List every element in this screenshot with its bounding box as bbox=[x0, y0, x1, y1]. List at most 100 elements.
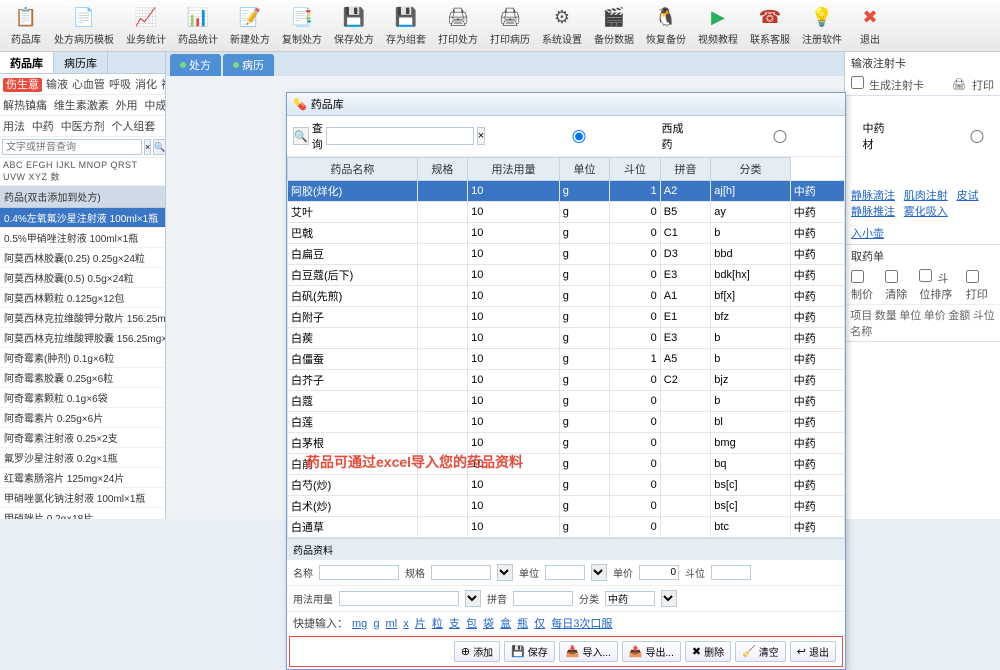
toolbar-item-14[interactable]: ☎联系客服 bbox=[744, 2, 796, 49]
table-row[interactable]: 白豆蔻(后下)10g0E3bdk[hx]中药 bbox=[288, 265, 845, 286]
drug-item[interactable]: 阿奇霉素注射液 0.25×2支 bbox=[0, 428, 165, 448]
inp-pinyin[interactable] bbox=[513, 591, 573, 606]
filter-link[interactable]: 维生素激素 bbox=[54, 100, 109, 112]
toolbar-item-5[interactable]: 📑复制处方 bbox=[276, 2, 328, 49]
hot-tag[interactable]: 伤生意 bbox=[3, 78, 42, 92]
drug-item[interactable]: 甲硝唑氯化钠注射液 100ml×1瓶 bbox=[0, 488, 165, 508]
gen-inj-checkbox[interactable]: 生成注射卡 bbox=[851, 76, 924, 93]
inp-price[interactable] bbox=[639, 565, 679, 580]
table-row[interactable]: 阿胶(烊化)10g1A2aj[h]中药 bbox=[288, 181, 845, 202]
drug-item[interactable]: 0.4%左氧氟沙星注射液 100ml×1瓶 bbox=[0, 208, 165, 228]
drug-item[interactable]: 甲硝唑片 0.2g×18片 bbox=[0, 508, 165, 519]
quick-link[interactable]: 仅 bbox=[534, 618, 545, 630]
filter-link[interactable]: 输液 bbox=[46, 79, 68, 91]
action-清空[interactable]: 🧹清空 bbox=[735, 641, 786, 662]
drug-item[interactable]: 阿奇霉素胶囊 0.25g×6粒 bbox=[0, 368, 165, 388]
drug-item[interactable]: 阿莫西林克拉维酸钾分散片 156.25mg×18片 bbox=[0, 308, 165, 328]
col-header[interactable]: 斗位 bbox=[610, 158, 661, 181]
inp-cat[interactable] bbox=[605, 591, 655, 606]
radio-0[interactable]: 西成药 bbox=[498, 120, 691, 152]
table-row[interactable]: 白附子10g0E1bfz中药 bbox=[288, 307, 845, 328]
action-删除[interactable]: ✖删除 bbox=[685, 641, 731, 662]
dialog-search-input[interactable] bbox=[326, 127, 474, 145]
take-opt-1[interactable]: 清除 bbox=[885, 270, 907, 302]
filter-link[interactable]: 心血管 bbox=[72, 79, 105, 91]
table-row[interactable]: 白芍(炒)10g0bs[c]中药 bbox=[288, 475, 845, 496]
col-header[interactable]: 用法用量 bbox=[468, 158, 560, 181]
table-row[interactable]: 白术(炒)10g0bs[c]中药 bbox=[288, 496, 845, 517]
drug-item[interactable]: 阿奇霉素(肿剂) 0.1g×6粒 bbox=[0, 348, 165, 368]
quick-link[interactable]: 包 bbox=[466, 618, 477, 630]
toolbar-item-13[interactable]: ▶视频教程 bbox=[692, 2, 744, 49]
left-tab-druglib[interactable]: 药品库 bbox=[0, 52, 54, 73]
table-row[interactable]: 白蔻10g0b中药 bbox=[288, 391, 845, 412]
inj-link[interactable]: 静脉滴注 bbox=[851, 190, 895, 202]
toolbar-item-2[interactable]: 📈业务统计 bbox=[120, 2, 172, 49]
inp-name[interactable] bbox=[319, 565, 399, 580]
toolbar-item-4[interactable]: 📝新建处方 bbox=[224, 2, 276, 49]
inp-pos[interactable] bbox=[711, 565, 751, 580]
drug-search-input[interactable] bbox=[2, 139, 142, 155]
take-opt-3[interactable]: 打印 bbox=[966, 270, 988, 302]
inj-link[interactable]: 静脉推注 bbox=[851, 206, 895, 218]
inj-link[interactable]: 肌肉注射 bbox=[904, 190, 948, 202]
drug-list[interactable]: 0.4%左氧氟沙星注射液 100ml×1瓶0.5%甲硝唑注射液 100ml×1瓶… bbox=[0, 208, 165, 519]
inj-link[interactable]: 雾化吸入 bbox=[904, 206, 948, 218]
filter-link[interactable]: 中医方剂 bbox=[61, 121, 105, 133]
toolbar-item-0[interactable]: 📋药品库 bbox=[4, 2, 48, 49]
table-row[interactable]: 白矾(先煎)10g0A1bf[x]中药 bbox=[288, 286, 845, 307]
toolbar-item-16[interactable]: ✖退出 bbox=[848, 2, 892, 49]
col-header[interactable]: 单位 bbox=[559, 158, 610, 181]
toolbar-item-7[interactable]: 💾存为组套 bbox=[380, 2, 432, 49]
toolbar-item-10[interactable]: ⚙系统设置 bbox=[536, 2, 588, 49]
filter-link[interactable]: 神经 bbox=[161, 79, 165, 91]
table-row[interactable]: 白莲10g0bl中药 bbox=[288, 412, 845, 433]
search-icon[interactable]: 🔍 bbox=[293, 127, 309, 145]
drug-item[interactable]: 阿莫西林颗粒 0.125g×12包 bbox=[0, 288, 165, 308]
toolbar-item-15[interactable]: 💡注册软件 bbox=[796, 2, 848, 49]
filter-link[interactable]: 用法 bbox=[3, 121, 25, 133]
drug-item[interactable]: 0.5%甲硝唑注射液 100ml×1瓶 bbox=[0, 228, 165, 248]
col-header[interactable]: 规格 bbox=[417, 158, 468, 181]
inp-spec[interactable] bbox=[431, 565, 491, 580]
quick-link[interactable]: mg bbox=[352, 618, 367, 630]
filter-link[interactable]: 个人组套 bbox=[111, 121, 155, 133]
drug-item[interactable]: 阿奇霉素颗粒 0.1g×6袋 bbox=[0, 388, 165, 408]
action-退出[interactable]: ↩退出 bbox=[790, 641, 836, 662]
quick-link[interactable]: x bbox=[403, 618, 409, 630]
inj-link[interactable]: 皮试 bbox=[957, 190, 979, 202]
quick-link[interactable]: 瓶 bbox=[517, 618, 528, 630]
toolbar-item-8[interactable]: 🖨打印处方 bbox=[432, 2, 484, 49]
toolbar-item-9[interactable]: 🖨打印病历 bbox=[484, 2, 536, 49]
quick-link[interactable]: 片 bbox=[415, 618, 426, 630]
quick-link[interactable]: 每日3次口服 bbox=[551, 618, 612, 630]
toolbar-item-3[interactable]: 📊药品统计 bbox=[172, 2, 224, 49]
toolbar-item-11[interactable]: 🎬备份数据 bbox=[588, 2, 640, 49]
inp-usage[interactable] bbox=[339, 591, 459, 606]
table-row[interactable]: 白通草10g0btc中药 bbox=[288, 517, 845, 538]
table-row[interactable]: 艾叶10g0B5ay中药 bbox=[288, 202, 845, 223]
quick-link[interactable]: ml bbox=[386, 618, 398, 630]
toolbar-item-12[interactable]: 🐧恢复备份 bbox=[640, 2, 692, 49]
drug-item[interactable]: 红霉素肠溶片 125mg×24片 bbox=[0, 468, 165, 488]
toolbar-item-1[interactable]: 📄处方病历模板 bbox=[48, 2, 120, 49]
col-header[interactable]: 分类 bbox=[711, 158, 790, 181]
clear-search-button[interactable]: × bbox=[477, 127, 485, 145]
radio-1[interactable]: 中药材 bbox=[699, 120, 892, 152]
radio-2[interactable]: 收费项目 bbox=[900, 120, 1000, 152]
drug-item[interactable]: 阿莫西林胶囊(0.25) 0.25g×24粒 bbox=[0, 248, 165, 268]
drug-table[interactable]: 药品名称规格用法用量单位斗位拼音分类 阿胶(烊化)10g1A2aj[h]中药艾叶… bbox=[287, 157, 845, 538]
table-row[interactable]: 巴戟10g0C1b中药 bbox=[288, 223, 845, 244]
filter-link[interactable]: 呼吸 bbox=[109, 79, 131, 91]
col-header[interactable]: 拼音 bbox=[660, 158, 711, 181]
table-row[interactable]: 白芥子10g0C2bjz中药 bbox=[288, 370, 845, 391]
link-goin[interactable]: 入小壶 bbox=[851, 228, 884, 240]
quick-link[interactable]: g bbox=[373, 618, 379, 630]
filter-link[interactable]: 解热镇痛 bbox=[3, 100, 47, 112]
search-clear-button[interactable]: × bbox=[144, 139, 151, 155]
table-row[interactable]: 白僵蚕10g1A5b中药 bbox=[288, 349, 845, 370]
print-icon[interactable]: 🖨 bbox=[952, 78, 966, 91]
quick-link[interactable]: 盒 bbox=[500, 618, 511, 630]
sel-usage[interactable] bbox=[465, 590, 481, 607]
center-tab-0[interactable]: 处方 bbox=[170, 54, 221, 76]
